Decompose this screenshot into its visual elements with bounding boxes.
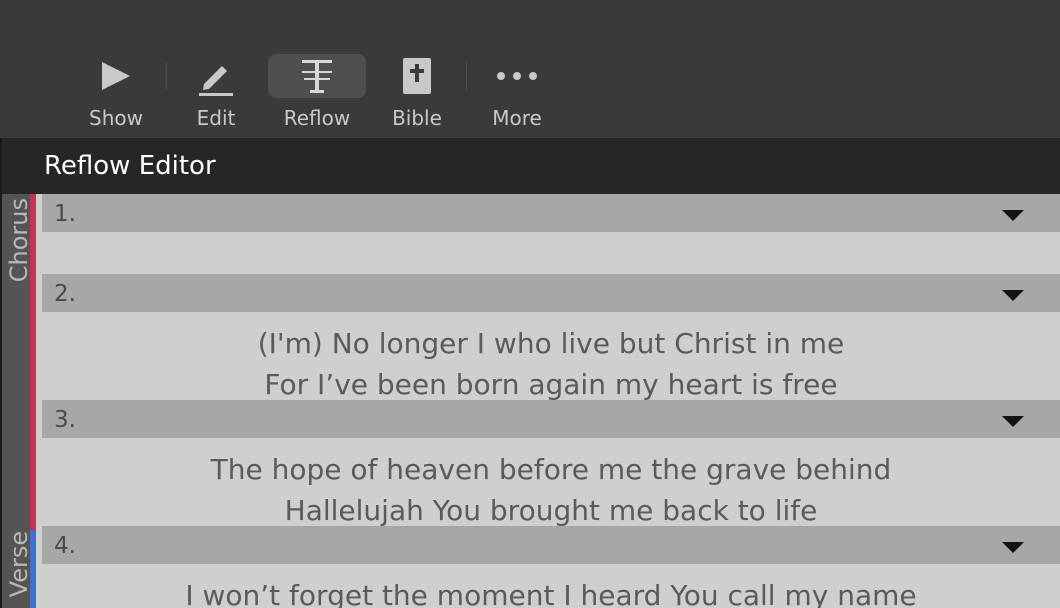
group-label: Verse 1	[5, 530, 33, 598]
chevron-down-icon[interactable]	[1002, 210, 1024, 221]
slide-text[interactable]: (I'm) No longer I who live but Christ in…	[42, 323, 1060, 400]
reflow-button[interactable]: Reflow	[268, 54, 366, 138]
chevron-down-icon[interactable]	[1002, 416, 1024, 427]
slide-number: 1.	[54, 201, 76, 227]
reflow-label: Reflow	[283, 106, 351, 130]
more-button[interactable]: More	[468, 54, 566, 138]
slide-number: 2.	[54, 281, 76, 307]
slide-header[interactable]: 1.	[42, 194, 1060, 232]
toolbar-separator	[466, 62, 467, 90]
slide-number: 3.	[54, 407, 76, 433]
bible-icon	[368, 54, 466, 98]
editor-header: Reflow Editor	[0, 138, 1060, 194]
slide-header[interactable]: 3.	[42, 400, 1060, 438]
bible-button[interactable]: Bible	[368, 54, 466, 138]
reflow-icon	[268, 54, 366, 98]
group-label: Chorus	[5, 198, 33, 283]
toolbar: Show Edit Reflow Bible More	[0, 0, 1060, 138]
lyric-line: I won’t forget the moment I heard You ca…	[185, 579, 917, 608]
play-icon	[67, 54, 165, 98]
show-label: Show	[89, 106, 143, 130]
group-tab-chorus[interactable]: Chorus	[2, 194, 36, 530]
slide-list: 1. 2. (I'm) No longer I who live but Chr…	[42, 194, 1060, 608]
group-sidebar: Chorus Verse 1	[0, 194, 36, 608]
edit-label: Edit	[196, 106, 236, 130]
slide-header[interactable]: 2.	[42, 274, 1060, 312]
slide-header[interactable]: 4.	[42, 526, 1060, 564]
pencil-icon	[167, 54, 265, 98]
slide-text[interactable]: The hope of heaven before me the grave b…	[42, 449, 1060, 526]
more-icon	[468, 54, 566, 98]
more-label: More	[492, 106, 542, 130]
slide-text[interactable]	[42, 232, 1060, 274]
lyric-line: (I'm) No longer I who live but Christ in…	[257, 327, 845, 360]
show-button[interactable]: Show	[67, 54, 165, 138]
slide-text[interactable]: I won’t forget the moment I heard You ca…	[42, 575, 1060, 608]
edit-button[interactable]: Edit	[167, 54, 265, 138]
lyric-line: Hallelujah You brought me back to life	[284, 494, 818, 526]
chevron-down-icon[interactable]	[1002, 542, 1024, 553]
page-title: Reflow Editor	[44, 151, 216, 181]
chevron-down-icon[interactable]	[1002, 290, 1024, 301]
group-tab-verse-1[interactable]: Verse 1	[2, 530, 36, 608]
slide-number: 4.	[54, 533, 76, 559]
lyric-line: For I’ve been born again my heart is fre…	[264, 368, 838, 400]
bible-label: Bible	[392, 106, 442, 130]
lyric-line: The hope of heaven before me the grave b…	[210, 453, 892, 486]
